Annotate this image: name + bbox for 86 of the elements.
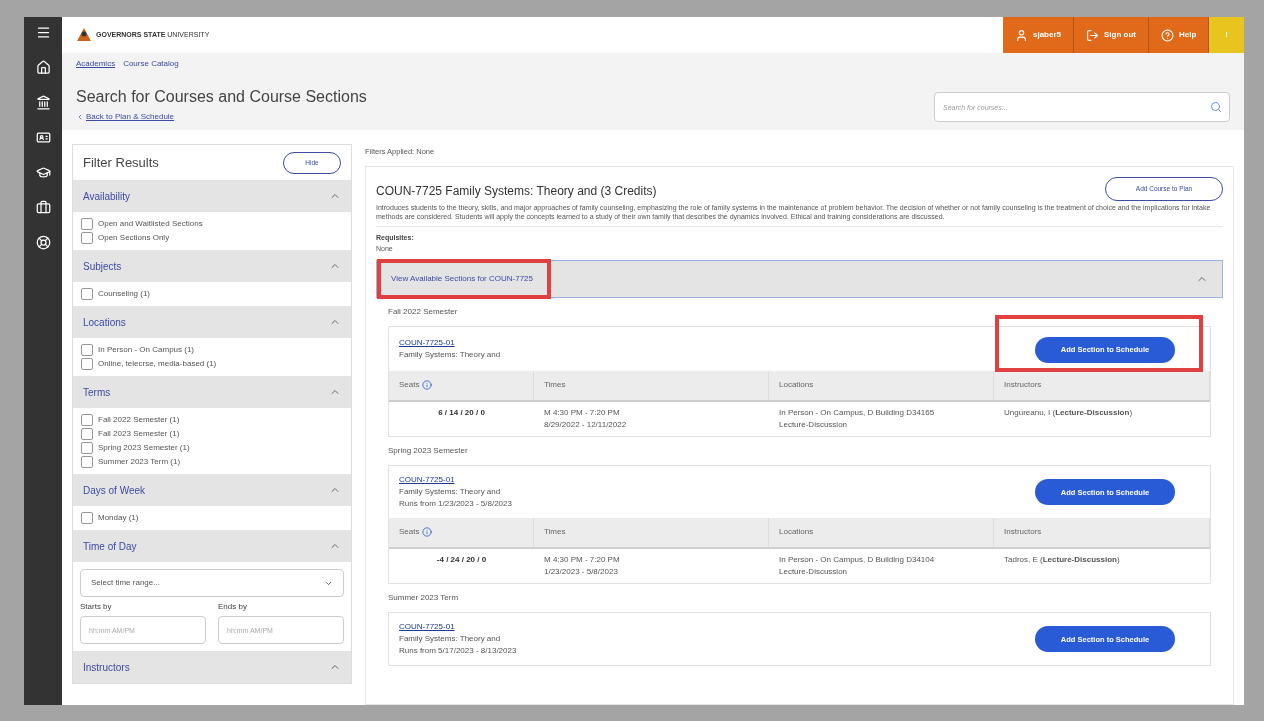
seats-cell-text: -4 / 24 / 20 / 0 bbox=[435, 553, 488, 566]
times-cell-text: M 4:30 PM - 7:20 PM bbox=[544, 406, 621, 419]
column-header: Times bbox=[544, 526, 566, 539]
logo-icon bbox=[76, 27, 92, 43]
back-link[interactable]: Back to Plan & Schedule bbox=[76, 111, 367, 123]
checkbox[interactable] bbox=[81, 456, 93, 468]
checkbox[interactable] bbox=[81, 218, 93, 230]
search-icon bbox=[1210, 101, 1222, 113]
user-icon bbox=[1014, 28, 1028, 42]
breadcrumb-link[interactable]: Course Catalog bbox=[123, 58, 179, 70]
back-icon bbox=[76, 113, 84, 121]
breadcrumb-link[interactable]: Academics bbox=[76, 58, 116, 70]
help-button[interactable]: Help bbox=[1149, 17, 1210, 53]
bank-icon[interactable] bbox=[35, 95, 51, 110]
checkbox[interactable] bbox=[81, 512, 93, 524]
time-range-select[interactable]: Select time range... bbox=[80, 569, 344, 597]
column-header: Locations bbox=[779, 379, 814, 392]
info-icon bbox=[422, 380, 433, 391]
column-header: Times bbox=[544, 379, 566, 392]
filter-group-header[interactable]: Availability bbox=[73, 180, 351, 212]
term-heading: Spring 2023 Semester bbox=[388, 444, 469, 457]
field-label: Starts by bbox=[80, 601, 113, 613]
info-icon bbox=[422, 527, 433, 538]
section-code-link[interactable]: COUN-7725-01 bbox=[399, 620, 517, 633]
briefcase-icon[interactable] bbox=[35, 200, 51, 215]
times-cell-text: 8/29/2022 - 12/11/2022 bbox=[544, 418, 628, 431]
section-code-link[interactable]: COUN-7725-01 bbox=[399, 473, 512, 486]
section-title: Family Systems: Theory and bbox=[399, 485, 502, 498]
checkbox[interactable] bbox=[81, 232, 93, 244]
section-code-link[interactable]: COUN-7725-01 bbox=[399, 336, 501, 349]
column-header: Locations bbox=[779, 526, 814, 539]
instructor-cell-text: Tadros, E (Lecture-Discussion) bbox=[1003, 553, 1121, 566]
lifebuoy-icon[interactable] bbox=[35, 235, 51, 250]
checkbox[interactable] bbox=[81, 428, 93, 440]
filter-title: Filter Results bbox=[83, 153, 159, 172]
checkbox-label: Summer 2023 Term (1) bbox=[98, 456, 181, 468]
checkbox-label: Counseling (1) bbox=[98, 288, 151, 300]
term-heading: Summer 2023 Term bbox=[388, 591, 460, 604]
seats-cell-text: 6 / 14 / 20 / 0 bbox=[437, 406, 486, 419]
section-title: Family Systems: Theory and bbox=[399, 632, 502, 645]
checkbox-label: Open Sections Only bbox=[98, 232, 170, 244]
checkbox-label: Online, telecrse, media-based (1) bbox=[98, 358, 217, 370]
checkbox-label: Spring 2023 Semester (1) bbox=[98, 442, 190, 454]
sign-out-icon bbox=[1086, 28, 1099, 42]
checkbox[interactable] bbox=[81, 288, 93, 300]
checkbox-label: In Person - On Campus (1) bbox=[98, 344, 195, 356]
location-cell-text: Lecture-Discussion bbox=[779, 565, 849, 578]
section-dates: Runs from 1/23/2023 - 5/8/2023 bbox=[399, 497, 512, 510]
section-title: Family Systems: Theory and bbox=[399, 348, 501, 361]
help-icon bbox=[1161, 28, 1174, 42]
menu-icon[interactable] bbox=[35, 25, 51, 40]
checkbox[interactable] bbox=[81, 344, 93, 356]
course-title: COUN-7725 Family Systems: Theory and (3 Credits) bbox=[376, 183, 657, 200]
filter-group-header[interactable]: Days of Week bbox=[73, 474, 351, 506]
column-header: Instructors bbox=[1004, 379, 1042, 392]
filter-group-header[interactable]: Time of Day bbox=[73, 530, 351, 562]
id-card-icon[interactable] bbox=[35, 130, 51, 145]
location-cell-text: In Person - On Campus, D Building D34104 bbox=[779, 553, 936, 566]
page-title: Search for Courses and Course Sections bbox=[76, 87, 367, 107]
checkbox-label: Monday (1) bbox=[98, 512, 139, 524]
sections-toggle[interactable]: View Available Sections for COUN-7725 bbox=[376, 260, 1223, 298]
times-cell-text: M 4:30 PM - 7:20 PM bbox=[544, 553, 621, 566]
home-icon[interactable] bbox=[35, 60, 51, 75]
user-button[interactable]: sjaber5 bbox=[1002, 17, 1074, 53]
graduation-cap-icon[interactable] bbox=[35, 165, 51, 180]
signout-button[interactable]: Sign out bbox=[1074, 17, 1149, 53]
field-label: Ends by bbox=[218, 601, 248, 613]
checkbox-label: Fall 2023 Semester (1) bbox=[98, 428, 180, 440]
location-cell-text: In Person - On Campus, D Building D34165 bbox=[779, 406, 936, 419]
filter-group-header[interactable]: Locations bbox=[73, 306, 351, 338]
column-header: Seats bbox=[399, 526, 420, 539]
filter-group-header[interactable]: Subjects bbox=[73, 250, 351, 282]
instructor-cell-text: Ungureanu, I (Lecture-Discussion) bbox=[1003, 406, 1134, 419]
checkbox[interactable] bbox=[81, 414, 93, 426]
times-cell-text: 1/23/2023 - 5/8/2023 bbox=[544, 565, 619, 578]
checkbox-label: Open and Waitlisted Sections bbox=[98, 218, 203, 230]
section-dates: Runs from 5/17/2023 - 8/13/2023 bbox=[399, 644, 517, 657]
checkbox[interactable] bbox=[81, 358, 93, 370]
filter-group-header[interactable]: Instructors bbox=[73, 651, 351, 683]
checkbox-label: Fall 2022 Semester (1) bbox=[98, 414, 180, 426]
checkbox[interactable] bbox=[81, 442, 93, 454]
column-header: Instructors bbox=[1004, 526, 1042, 539]
column-header: Seats bbox=[399, 379, 420, 392]
term-heading: Fall 2022 Semester bbox=[388, 306, 459, 318]
filter-group-header[interactable]: Terms bbox=[73, 376, 351, 408]
location-cell-text: Lecture-Discussion bbox=[779, 418, 849, 431]
